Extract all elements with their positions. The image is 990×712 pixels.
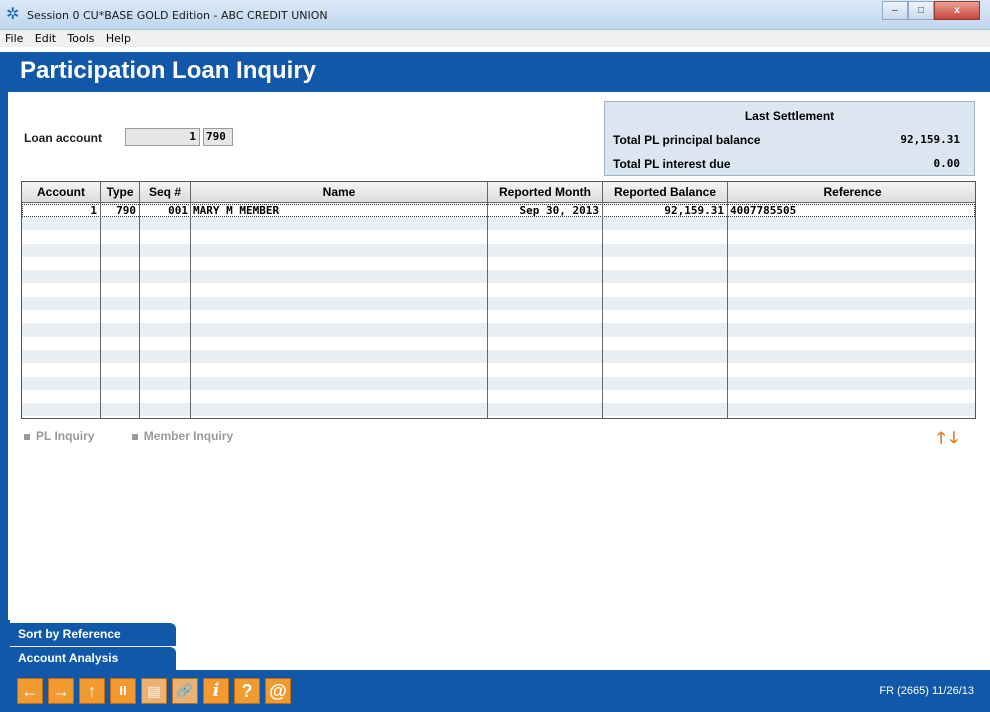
table-stripe bbox=[22, 217, 975, 231]
bottom-toolbar: ← → ↑ II ▤ 🔗 i ? @ FR (2665) 11/26/13 bbox=[0, 670, 990, 712]
page-title: Participation Loan Inquiry bbox=[20, 57, 317, 84]
interest-due-label: Total PL interest due bbox=[613, 157, 731, 171]
column-divider bbox=[100, 182, 101, 418]
loan-account-number-field: 1 bbox=[125, 128, 200, 146]
sort-by-reference-button[interactable]: Sort by Reference bbox=[10, 623, 176, 646]
col-type-header[interactable]: Type bbox=[101, 182, 139, 203]
col-reference-header[interactable]: Reference bbox=[728, 182, 975, 203]
cell-name: MARY M MEMBER bbox=[193, 204, 280, 217]
window-title: Session 0 CU*BASE GOLD Edition - ABC CRE… bbox=[27, 9, 328, 22]
table-stripe bbox=[22, 376, 975, 390]
cell-account: 1 bbox=[90, 204, 97, 217]
table-stripe bbox=[22, 323, 975, 337]
action-links: PL Inquiry Member Inquiry bbox=[24, 429, 267, 443]
account-analysis-button[interactable]: Account Analysis bbox=[10, 647, 176, 670]
last-settlement-panel: Last Settlement Total PL principal balan… bbox=[604, 101, 975, 176]
col-account-header[interactable]: Account bbox=[22, 182, 100, 203]
col-seq-header[interactable]: Seq # bbox=[140, 182, 190, 203]
loan-account-suffix-field: 790 bbox=[203, 128, 233, 146]
cell-seq: 001 bbox=[168, 204, 188, 217]
menu-tools[interactable]: Tools bbox=[62, 30, 97, 45]
bullet-icon bbox=[131, 433, 138, 440]
print-icon[interactable]: ▤ bbox=[141, 678, 167, 704]
page-up-icon[interactable]: 🡑 bbox=[937, 430, 945, 447]
settlement-title: Last Settlement bbox=[744, 109, 835, 123]
cell-month: Sep 30, 2013 bbox=[519, 204, 599, 217]
back-arrow-icon[interactable]: ← bbox=[17, 678, 43, 704]
minimize-button[interactable]: – bbox=[882, 1, 908, 20]
window-controls: – □ x bbox=[882, 1, 980, 20]
link-icon[interactable]: 🔗 bbox=[172, 678, 198, 704]
status-text: FR (2665) 11/26/13 bbox=[879, 685, 974, 697]
table-stripe bbox=[22, 296, 975, 311]
pl-inquiry-link[interactable]: PL Inquiry bbox=[24, 429, 94, 443]
maximize-button[interactable]: □ bbox=[908, 1, 934, 20]
cell-reference: 4007785505 bbox=[730, 204, 797, 217]
info-icon[interactable]: i bbox=[203, 678, 229, 704]
app-logo-icon: ✲ bbox=[6, 6, 20, 23]
bullet-icon bbox=[24, 433, 30, 440]
menu-bar: File Edit Tools Help bbox=[0, 30, 990, 47]
participation-table: Account Type Seq # Name Reported Month R… bbox=[21, 181, 976, 419]
table-stripe bbox=[22, 403, 975, 417]
email-icon[interactable]: @ bbox=[265, 678, 291, 704]
cell-type: 790 bbox=[116, 204, 136, 217]
table-stripe bbox=[22, 243, 975, 257]
col-name-header[interactable]: Name bbox=[191, 182, 487, 203]
loan-account-label: Loan account bbox=[24, 131, 103, 145]
interest-due-value: 0.00 bbox=[933, 157, 961, 170]
table-stripe bbox=[22, 350, 975, 364]
window-titlebar: ✲ Session 0 CU*BASE GOLD Edition - ABC C… bbox=[0, 0, 990, 30]
column-divider bbox=[190, 182, 191, 418]
column-divider bbox=[139, 182, 140, 418]
principal-balance-value: 92,159.31 bbox=[900, 133, 960, 146]
cell-balance: 92,159.31 bbox=[664, 204, 724, 217]
table-row[interactable]: 1 790 001 MARY M MEMBER Sep 30, 2013 92,… bbox=[22, 204, 975, 218]
page-down-icon[interactable]: 🡓 bbox=[950, 430, 958, 447]
pl-inquiry-label: PL Inquiry bbox=[36, 429, 95, 443]
column-divider bbox=[727, 182, 728, 418]
menu-help[interactable]: Help bbox=[101, 30, 134, 45]
menu-edit[interactable]: Edit bbox=[30, 30, 59, 45]
page-arrows: 🡑 🡓 bbox=[937, 427, 958, 454]
up-arrow-icon[interactable]: ↑ bbox=[79, 678, 105, 704]
table-header: Account Type Seq # Name Reported Month R… bbox=[22, 182, 975, 203]
col-balance-header[interactable]: Reported Balance bbox=[603, 182, 727, 203]
column-divider bbox=[602, 182, 603, 418]
page-header: Participation Loan Inquiry bbox=[10, 52, 990, 92]
menu-file[interactable]: File bbox=[0, 30, 26, 45]
pause-icon[interactable]: II bbox=[110, 678, 136, 704]
close-button[interactable]: x bbox=[934, 1, 980, 20]
column-divider bbox=[487, 182, 488, 418]
help-icon[interactable]: ? bbox=[234, 678, 260, 704]
forward-arrow-icon[interactable]: → bbox=[48, 678, 74, 704]
table-stripe bbox=[22, 270, 975, 284]
member-inquiry-label: Member Inquiry bbox=[143, 429, 234, 443]
principal-balance-label: Total PL principal balance bbox=[613, 133, 761, 147]
left-stripe-divider bbox=[8, 92, 10, 620]
member-inquiry-link[interactable]: Member Inquiry bbox=[131, 429, 234, 443]
col-month-header[interactable]: Reported Month bbox=[488, 182, 602, 203]
